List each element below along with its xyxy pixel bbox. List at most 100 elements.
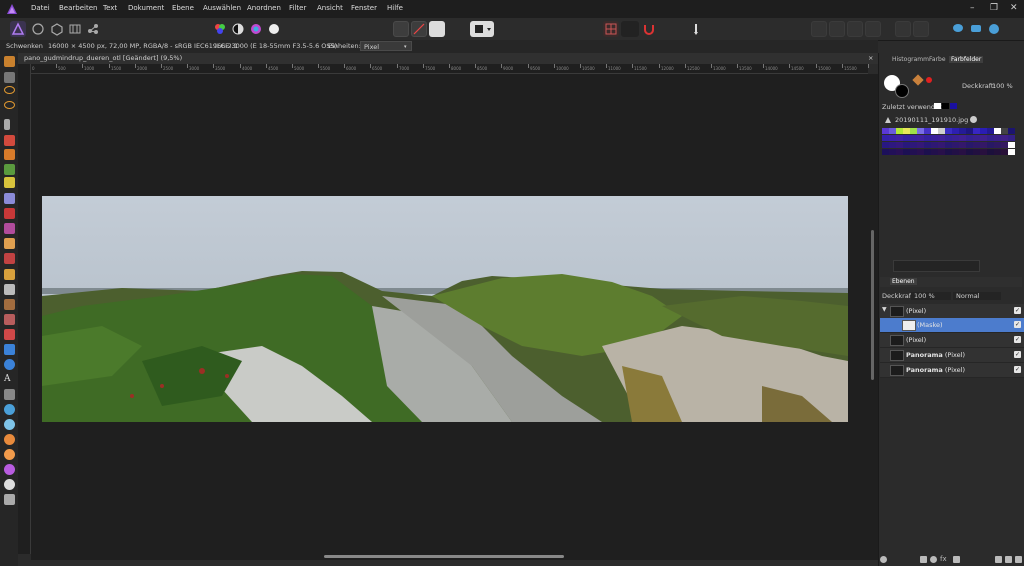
palette-swatch[interactable]	[973, 149, 980, 155]
layer-row-selected[interactable]: (Maske) ✓	[880, 318, 1024, 333]
add-layer-icon[interactable]	[1005, 556, 1012, 563]
palette-swatch[interactable]	[980, 135, 987, 141]
palette-swatch[interactable]	[959, 128, 966, 134]
palette-swatch[interactable]	[987, 135, 994, 141]
liquify-persona-icon[interactable]	[30, 21, 46, 37]
palette-swatch[interactable]	[917, 135, 924, 141]
palette-swatch[interactable]	[980, 128, 987, 134]
swap-colors-icon[interactable]	[4, 464, 15, 475]
menu-datei[interactable]: Datei	[31, 4, 50, 12]
palette-swatch[interactable]	[917, 149, 924, 155]
live-filter-icon[interactable]	[953, 556, 960, 563]
palette-swatch[interactable]	[980, 149, 987, 155]
palette-swatch[interactable]	[952, 149, 959, 155]
layer-options-icon[interactable]	[880, 556, 887, 563]
color-picker-tool-icon[interactable]	[4, 135, 15, 146]
quick-mask-icon[interactable]	[470, 21, 494, 37]
document-tab[interactable]: pano_gudmindrup_dueren_otl [Geändert] (9…	[18, 53, 878, 64]
palette-swatch[interactable]	[987, 128, 994, 134]
brush-tool-icon[interactable]	[4, 149, 15, 160]
layer-row[interactable]: Panorama (Pixel) ✓	[880, 363, 1024, 378]
recent-swatch[interactable]	[950, 103, 957, 109]
menu-fenster[interactable]: Fenster	[351, 4, 377, 12]
invert-selection-icon[interactable]	[429, 21, 445, 37]
palette-menu-icon[interactable]	[970, 116, 977, 123]
arrange-back-icon[interactable]	[865, 21, 881, 37]
palette-swatch[interactable]	[924, 128, 931, 134]
develop-persona-icon[interactable]	[49, 21, 65, 37]
palette-swatch[interactable]	[994, 142, 1001, 148]
erase-tool-icon[interactable]	[4, 193, 15, 204]
arrange-backward-icon[interactable]	[847, 21, 863, 37]
palette-swatch[interactable]	[924, 135, 931, 141]
blend-mode-select[interactable]: Normal	[953, 292, 1001, 300]
menu-filter[interactable]: Filter	[289, 4, 306, 12]
palette-swatch[interactable]	[973, 135, 980, 141]
menu-text[interactable]: Text	[103, 4, 117, 12]
deselect-icon[interactable]	[411, 21, 427, 37]
layer-visibility-checkbox[interactable]: ✓	[1014, 321, 1021, 328]
palette-swatch[interactable]	[952, 135, 959, 141]
palette-swatch[interactable]	[987, 142, 994, 148]
swatch-search-input[interactable]	[893, 260, 980, 272]
photo-persona-icon[interactable]	[10, 21, 26, 37]
group-layers-icon[interactable]	[995, 556, 1002, 563]
palette-swatch[interactable]	[994, 128, 1001, 134]
recent-swatch[interactable]	[934, 103, 941, 109]
palette-swatch[interactable]	[1008, 135, 1015, 141]
text-tool-icon[interactable]: A	[4, 374, 15, 385]
palette-swatch[interactable]	[924, 149, 931, 155]
palette-swatch[interactable]	[910, 135, 917, 141]
palette-swatch[interactable]	[1001, 149, 1008, 155]
palette-swatch[interactable]	[1001, 135, 1008, 141]
palette-swatch[interactable]	[1001, 128, 1008, 134]
color-wheel-icon[interactable]	[4, 494, 15, 505]
menu-bearbeiten[interactable]: Bearbeiten	[59, 4, 97, 12]
palette-swatch[interactable]	[910, 142, 917, 148]
palette-swatch[interactable]	[1008, 149, 1015, 155]
zoom-tool-icon[interactable]	[4, 404, 15, 415]
pen-tool-icon[interactable]	[4, 344, 15, 355]
tab-farbe[interactable]: Farbe	[929, 56, 946, 63]
palette-swatch[interactable]	[924, 142, 931, 148]
layer-opacity-value[interactable]: 100 %	[911, 292, 951, 300]
horizontal-scroll-thumb[interactable]	[324, 555, 564, 558]
snapping-toggle-icon[interactable]	[621, 21, 639, 37]
palette-swatch[interactable]	[889, 149, 896, 155]
auto-colors-icon[interactable]	[248, 21, 264, 37]
palette-swatch[interactable]	[917, 142, 924, 148]
adjustment-layer-icon[interactable]	[930, 556, 937, 563]
palette-swatch[interactable]	[973, 128, 980, 134]
tab-histogramm[interactable]: Histogramm	[892, 56, 929, 63]
menu-ansicht[interactable]: Ansicht	[317, 4, 343, 12]
palette-swatch[interactable]	[882, 149, 889, 155]
palette-name[interactable]: 20190111_191910.jpg	[895, 116, 968, 124]
palette-swatch[interactable]	[966, 149, 973, 155]
palette-swatch[interactable]	[882, 135, 889, 141]
studio-colors-icon[interactable]	[986, 21, 1002, 37]
vertical-scroll-thumb[interactable]	[871, 230, 874, 380]
palette-swatch[interactable]	[987, 149, 994, 155]
clone-tool-icon[interactable]	[4, 269, 15, 280]
red-eye-tool-icon[interactable]	[4, 314, 15, 325]
palette-swatch[interactable]	[1008, 128, 1015, 134]
swatch-opacity-value[interactable]: 100 %	[992, 82, 1013, 90]
palette-swatch[interactable]	[952, 142, 959, 148]
palette-swatch[interactable]	[903, 149, 910, 155]
gradient-tool-icon[interactable]	[4, 177, 15, 188]
palette-swatch[interactable]	[917, 128, 924, 134]
palette-swatch[interactable]	[896, 142, 903, 148]
brush-assistant-icon[interactable]	[688, 21, 704, 37]
close-window-button[interactable]: ✕	[1010, 3, 1018, 13]
palette-swatch[interactable]	[959, 142, 966, 148]
palette-swatch[interactable]	[973, 142, 980, 148]
menu-ebene[interactable]: Ebene	[172, 4, 194, 12]
palette-swatch[interactable]	[903, 128, 910, 134]
dodge-tool-icon[interactable]	[4, 238, 15, 249]
palette-swatch[interactable]	[910, 128, 917, 134]
minimize-button[interactable]: –	[970, 3, 975, 13]
snapping-grid-icon[interactable]	[603, 21, 619, 37]
stroke-color-icon[interactable]	[4, 449, 15, 460]
palette-swatch[interactable]	[938, 135, 945, 141]
close-document-icon[interactable]: ×	[868, 54, 873, 62]
